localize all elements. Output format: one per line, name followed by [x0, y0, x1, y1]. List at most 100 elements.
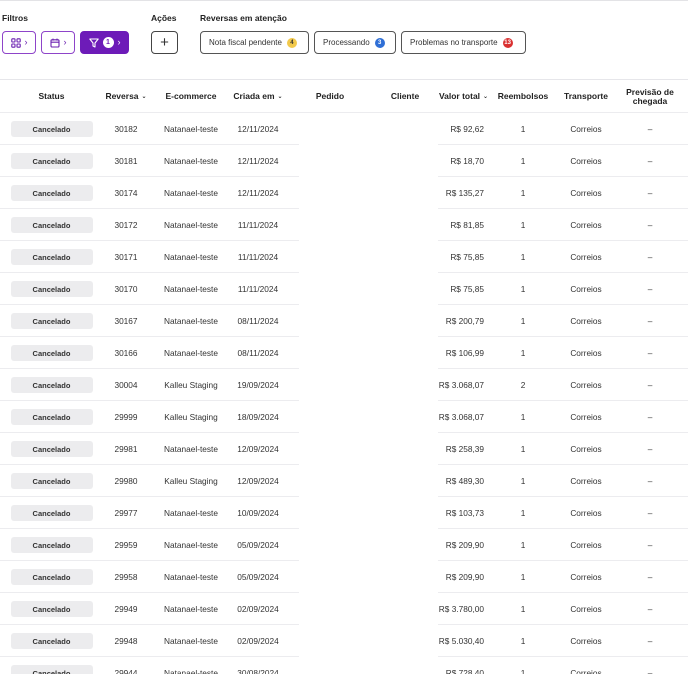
toolbar: Filtros Ações Reversas em atenção › › 1 … [0, 1, 688, 79]
cell-pedido [300, 657, 360, 674]
status-badge: Cancelado [10, 217, 93, 233]
status-badge: Cancelado [10, 633, 93, 649]
cell-previsao: – [647, 188, 653, 198]
table-row[interactable]: Cancelado 29977 Natanael-teste 10/09/2024 R$… [0, 497, 688, 529]
plus-icon: + [160, 34, 169, 51]
actions-label: Ações [151, 13, 177, 23]
cell-pedido [300, 145, 360, 177]
status-badge: Cancelado [10, 537, 93, 553]
cell-reversa: 29948 [114, 636, 138, 646]
cell-status: Cancelado [10, 561, 93, 593]
cell-criada-em: 19/09/2024 [237, 380, 279, 390]
chip-problemas-no-transporte[interactable]: Problemas no transporte 13 [401, 31, 526, 54]
cell-previsao: – [647, 476, 653, 486]
chip-nota-fiscal-pendente[interactable]: Nota fiscal pendente 4 [200, 31, 309, 54]
cell-reembolsos: 1 [520, 540, 526, 550]
table-row[interactable]: Cancelado 30170 Natanael-teste 11/11/2024 R$… [0, 273, 688, 305]
cell-ecommerce: Natanael-teste [164, 188, 218, 198]
advanced-filter-button[interactable]: 1 › [80, 31, 129, 54]
cell-reversa: 30174 [114, 188, 138, 198]
table-row[interactable]: Cancelado 30181 Natanael-teste 12/11/2024 R$… [0, 145, 688, 177]
cell-reembolsos: 1 [520, 188, 526, 198]
cell-reembolsos: 1 [520, 668, 526, 674]
header-criada-em[interactable]: Criada em ⌄ [233, 80, 283, 114]
cell-ecommerce: Natanael-teste [164, 220, 218, 230]
sort-down-icon: ⌄ [141, 93, 147, 100]
cell-criada-em: 11/11/2024 [237, 220, 279, 230]
cell-valor-total: R$ 258,39 [445, 444, 484, 454]
cell-pedido [300, 273, 360, 305]
cell-criada-em: 30/08/2024 [237, 668, 279, 674]
cell-pedido [300, 401, 360, 433]
add-action-button[interactable]: + [151, 31, 178, 54]
table-row[interactable]: Cancelado 29948 Natanael-teste 02/09/2024 R$… [0, 625, 688, 657]
cell-reversa: 30004 [114, 380, 138, 390]
cell-valor-total: R$ 5.030,40 [438, 636, 484, 646]
cell-status: Cancelado [10, 273, 93, 305]
header-reembolsos: Reembolsos [497, 91, 549, 102]
cell-ecommerce: Kalleu Staging [164, 412, 218, 422]
table-row[interactable]: Cancelado 29959 Natanael-teste 05/09/2024 R$… [0, 529, 688, 561]
cell-valor-total: R$ 3.068,07 [438, 412, 484, 422]
cell-transporte: Correios [570, 636, 602, 646]
cell-valor-total: R$ 103,73 [445, 508, 484, 518]
cell-criada-em: 05/09/2024 [237, 540, 279, 550]
table-row[interactable]: Cancelado 30172 Natanael-teste 11/11/2024 R$… [0, 209, 688, 241]
cell-ecommerce: Natanael-teste [164, 636, 218, 646]
cell-reversa: 29959 [114, 540, 138, 550]
chip-count-badge: 3 [374, 37, 385, 48]
table-row[interactable]: Cancelado 29949 Natanael-teste 02/09/2024 R$… [0, 593, 688, 625]
cell-criada-em: 12/11/2024 [237, 188, 279, 198]
status-badge: Cancelado [10, 473, 93, 489]
header-reversa[interactable]: Reversa ⌄ [103, 80, 149, 114]
header-status: Status [38, 91, 65, 102]
cell-ecommerce: Kalleu Staging [164, 476, 218, 486]
status-badge: Cancelado [10, 377, 93, 393]
status-badge: Cancelado [10, 601, 93, 617]
table-row[interactable]: Cancelado 29944 Natanael-teste 30/08/2024 R$… [0, 657, 688, 674]
date-filter-button[interactable]: › [41, 31, 75, 54]
table-row[interactable]: Cancelado 29999 Kalleu Staging 18/09/2024 R$… [0, 401, 688, 433]
cell-previsao: – [647, 444, 653, 454]
table-row[interactable]: Cancelado 30167 Natanael-teste 08/11/2024 R$… [0, 305, 688, 337]
cell-ecommerce: Natanael-teste [164, 508, 218, 518]
header-valor-total[interactable]: Valor total ⌄ [436, 80, 491, 114]
table-row[interactable]: Cancelado 29980 Kalleu Staging 12/09/2024 R$… [0, 465, 688, 497]
cell-previsao: – [647, 348, 653, 358]
cell-previsao: – [647, 668, 653, 674]
table-row[interactable]: Cancelado 30171 Natanael-teste 11/11/2024 R$… [0, 241, 688, 273]
table-row[interactable]: Cancelado 30004 Kalleu Staging 19/09/2024 R$… [0, 369, 688, 401]
cell-reversa: 29999 [114, 412, 138, 422]
chip-processando[interactable]: Processando 3 [314, 31, 396, 54]
cell-reversa: 29944 [114, 668, 138, 674]
cell-reversa: 29977 [114, 508, 138, 518]
cell-reversa: 30167 [114, 316, 138, 326]
cell-valor-total: R$ 728,40 [445, 668, 484, 674]
status-badge: Cancelado [10, 505, 93, 521]
cell-transporte: Correios [570, 444, 602, 454]
cell-reversa: 30172 [114, 220, 138, 230]
cell-previsao: – [647, 380, 653, 390]
cell-previsao: – [647, 636, 653, 646]
cell-transporte: Correios [570, 508, 602, 518]
status-badge: Cancelado [10, 569, 93, 585]
table-row[interactable]: Cancelado 29958 Natanael-teste 05/09/2024 R$… [0, 561, 688, 593]
table-row[interactable]: Cancelado 30182 Natanael-teste 12/11/2024 R$… [0, 113, 688, 145]
reversas-table: Status Reversa ⌄ E-commerce Criada em ⌄ Pe… [0, 79, 688, 674]
cell-criada-em: 10/09/2024 [237, 508, 279, 518]
cell-transporte: Correios [570, 540, 602, 550]
cell-valor-total: R$ 489,30 [445, 476, 484, 486]
grid-filter-button[interactable]: › [2, 31, 36, 54]
filters-label: Filtros [2, 13, 28, 23]
table-row[interactable]: Cancelado 30174 Natanael-teste 12/11/2024 R$… [0, 177, 688, 209]
cell-reembolsos: 1 [520, 444, 526, 454]
status-badge: Cancelado [10, 313, 93, 329]
table-row[interactable]: Cancelado 29981 Natanael-teste 12/09/2024 R$… [0, 433, 688, 465]
cell-pedido [300, 497, 360, 529]
cell-previsao: – [647, 604, 653, 614]
cell-transporte: Correios [570, 156, 602, 166]
table-row[interactable]: Cancelado 30166 Natanael-teste 08/11/2024 R$… [0, 337, 688, 369]
cell-reembolsos: 1 [520, 476, 526, 486]
cell-reversa: 30182 [114, 124, 138, 134]
cell-valor-total: R$ 135,27 [445, 188, 484, 198]
